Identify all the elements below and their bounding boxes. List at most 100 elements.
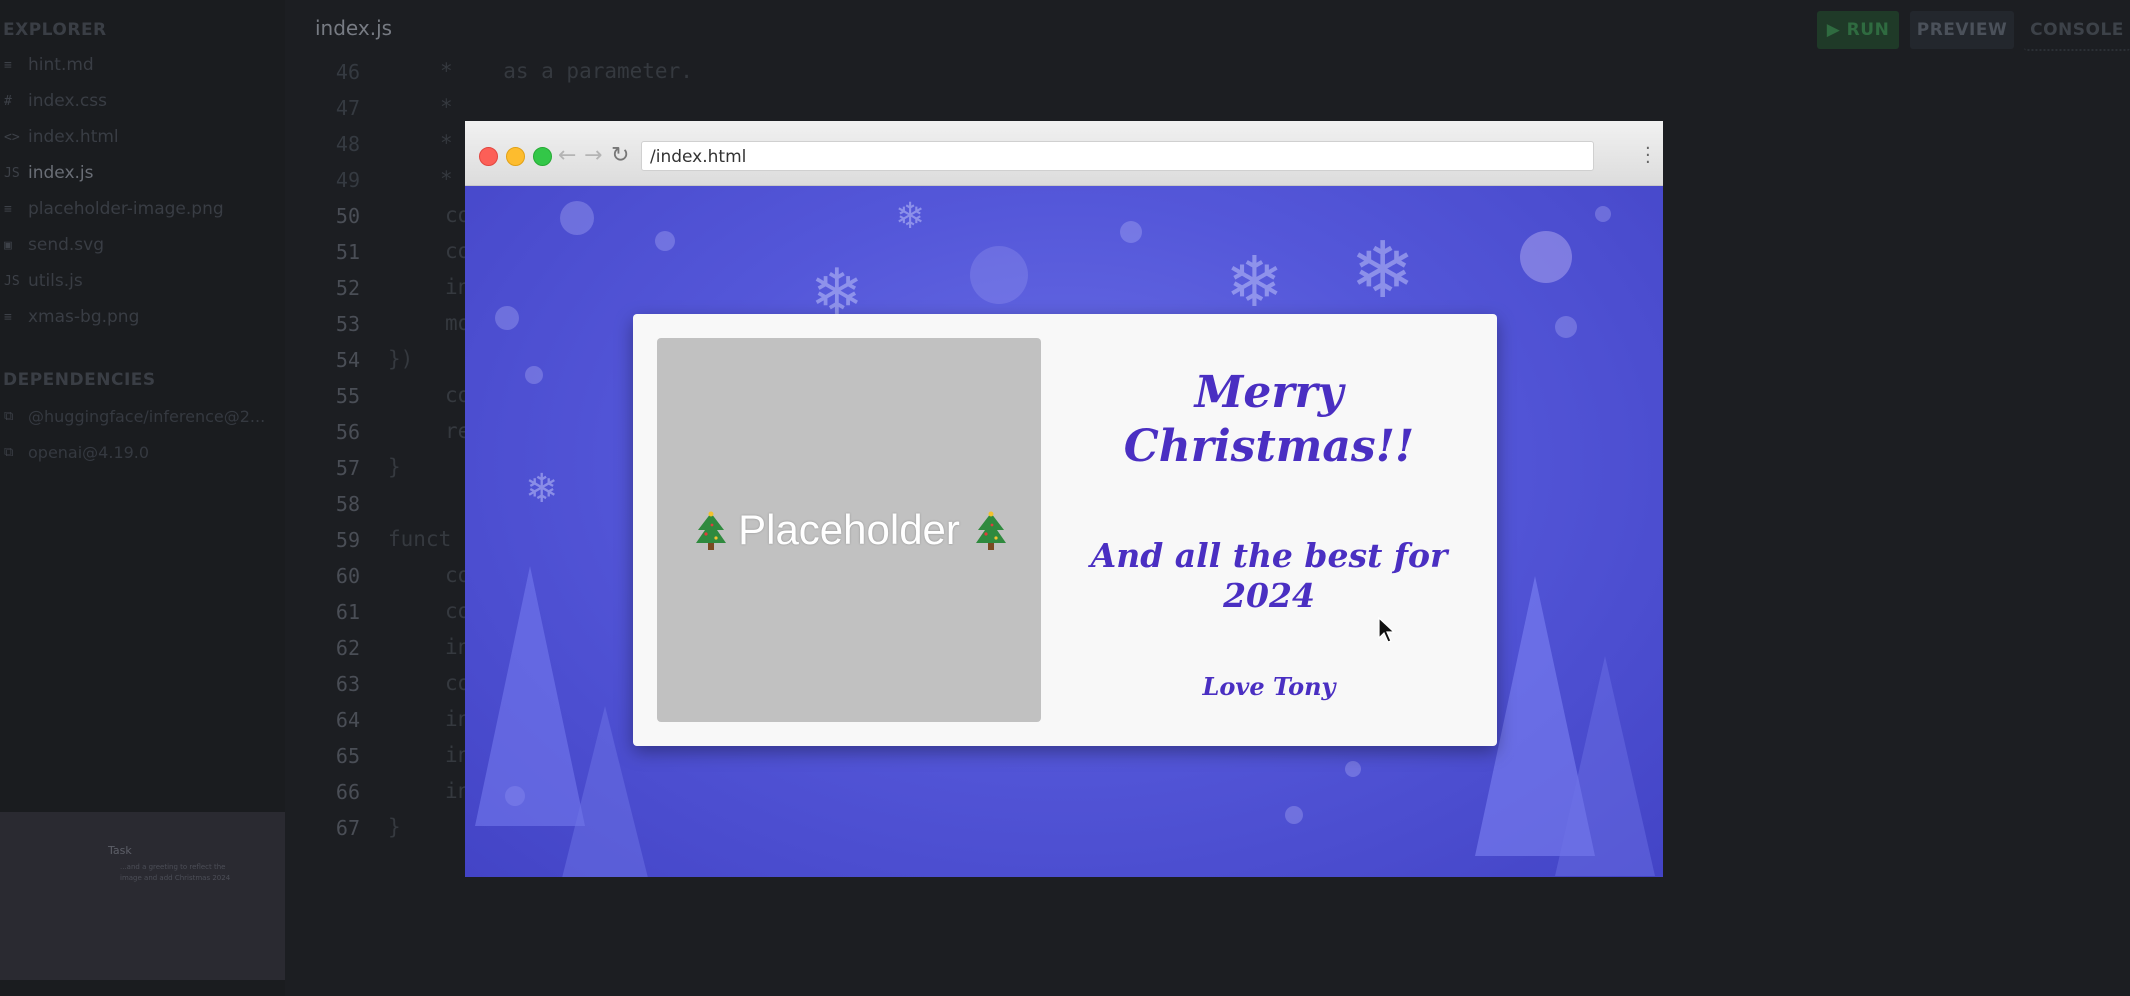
snowflake-icon: ❄ [1350,226,1416,316]
file-name: placeholder-image.png [28,199,224,219]
file-name: index.css [28,91,107,111]
line-number: 51 [335,240,360,264]
image-file-icon: ≡ [4,309,12,325]
greeting-subtitle: And all the best for 2024 [1090,536,1448,615]
code-line: } [388,455,401,479]
line-number: 50 [335,204,360,228]
file-name: index.js [28,163,94,183]
thumbnail-text: ...and a greeting to reflect the image a… [120,863,231,882]
placeholder-text: Placeholder [738,506,960,553]
line-number: 47 [335,96,360,120]
line-number: 57 [335,456,360,480]
line-number: 49 [335,168,360,192]
forward-arrow-icon[interactable]: → [584,143,602,168]
thumbnail-title: Task [108,844,132,857]
line-number: 48 [335,132,360,156]
css-file-icon: # [4,93,12,109]
file-item-hint-md[interactable]: ≡ hint.md [4,55,94,75]
code-line: * [440,167,453,191]
file-name: send.svg [28,235,104,255]
file-item-index-css[interactable]: # index.css [4,91,107,111]
back-arrow-icon[interactable]: ← [558,143,576,168]
line-number: 55 [335,384,360,408]
bokeh-light [525,366,543,384]
line-number: 61 [335,600,360,624]
image-file-icon: ≡ [4,201,12,217]
line-number: 53 [335,312,360,336]
dependency-item[interactable]: ⧉ openai@4.19.0 [4,443,149,462]
line-number: 64 [335,708,360,732]
browser-toolbar: ← → ↻ /index.html · · · [465,121,1663,186]
placeholder-image: Placeholder [657,338,1041,722]
bokeh-light [1285,806,1303,824]
run-button[interactable]: ▶ RUN [1817,11,1899,49]
js-file-icon: JS [4,273,20,289]
preview-button[interactable]: PREVIEW [1910,11,2014,49]
explorer-heading: EXPLORER [3,20,107,40]
line-number: 59 [335,528,360,552]
line-number: 65 [335,744,360,768]
file-item-index-js[interactable]: JS index.js [4,163,94,183]
code-line: funct [388,527,452,551]
file-item-send-svg[interactable]: ▣ send.svg [4,235,104,255]
close-window-icon[interactable] [479,147,498,166]
mouse-cursor-icon [1378,617,1396,643]
bokeh-light [495,306,519,330]
console-button[interactable]: CONSOLE [2024,11,2130,51]
bokeh-light [1345,761,1361,777]
code-line: }) [388,347,414,371]
dependency-item[interactable]: ⧉ @huggingface/inference@2... [4,407,265,426]
snowflake-icon: ❄ [895,196,926,237]
line-number: 58 [335,492,360,516]
line-number: 52 [335,276,360,300]
dependencies-heading: DEPENDENCIES [3,370,156,390]
url-bar[interactable]: /index.html [641,141,1594,171]
reload-icon[interactable]: ↻ [611,143,629,168]
greeting-card: Placeholder Merry Christmas!! And all th… [633,314,1497,746]
kebab-menu-icon[interactable]: · · · [1645,140,1651,172]
file-name: utils.js [28,271,83,291]
code-line: * [440,131,453,155]
bokeh-light [1555,316,1577,338]
dependency-name: @huggingface/inference@2... [28,407,266,426]
file-item-placeholder-image[interactable]: ≡ placeholder-image.png [4,199,224,219]
file-explorer-sidebar: EXPLORER ≡ hint.md # index.css <> index.… [0,0,285,996]
file-item-utils-js[interactable]: JS utils.js [4,271,83,291]
package-icon: ⧉ [4,409,14,424]
bokeh-light [1520,231,1572,283]
line-number: 62 [335,636,360,660]
code-line: * [440,95,453,119]
line-number: 67 [335,816,360,840]
task-thumbnail[interactable]: Task ...and a greeting to reflect the im… [0,812,285,980]
bokeh-light [560,201,594,235]
line-number: 54 [335,348,360,372]
code-line: * as a parameter. [440,59,693,83]
greeting-signature: Love Tony [1202,672,1336,701]
file-item-xmas-bg[interactable]: ≡ xmas-bg.png [4,307,139,327]
bokeh-light [1595,206,1611,222]
editor-tab-index-js[interactable]: index.js [315,16,392,40]
snowflake-icon: ❄ [525,466,559,512]
html-file-icon: <> [4,129,20,145]
js-file-icon: JS [4,165,20,181]
page-viewport: ❄ ❄ ❄ ❄ ❄ Placeholder Merry Christmas!! … [465,186,1663,877]
package-icon: ⧉ [4,445,14,460]
minimize-window-icon[interactable] [506,147,525,166]
file-name: xmas-bg.png [28,307,140,327]
snowflake-icon: ❄ [1225,241,1284,323]
file-item-index-html[interactable]: <> index.html [4,127,119,147]
file-name: hint.md [28,55,94,75]
line-number: 60 [335,564,360,588]
pine-tree [1555,656,1655,876]
line-number: 46 [335,60,360,84]
dependency-name: openai@4.19.0 [28,443,150,462]
markdown-file-icon: ≡ [4,57,12,73]
line-number: 66 [335,780,360,804]
file-name: index.html [28,127,119,147]
christmas-tree-icon [974,510,1006,550]
greeting-title: Merry Christmas!! [1123,367,1415,472]
line-number: 63 [335,672,360,696]
bokeh-light [655,231,675,251]
maximize-window-icon[interactable] [533,147,552,166]
code-line: } [388,815,401,839]
